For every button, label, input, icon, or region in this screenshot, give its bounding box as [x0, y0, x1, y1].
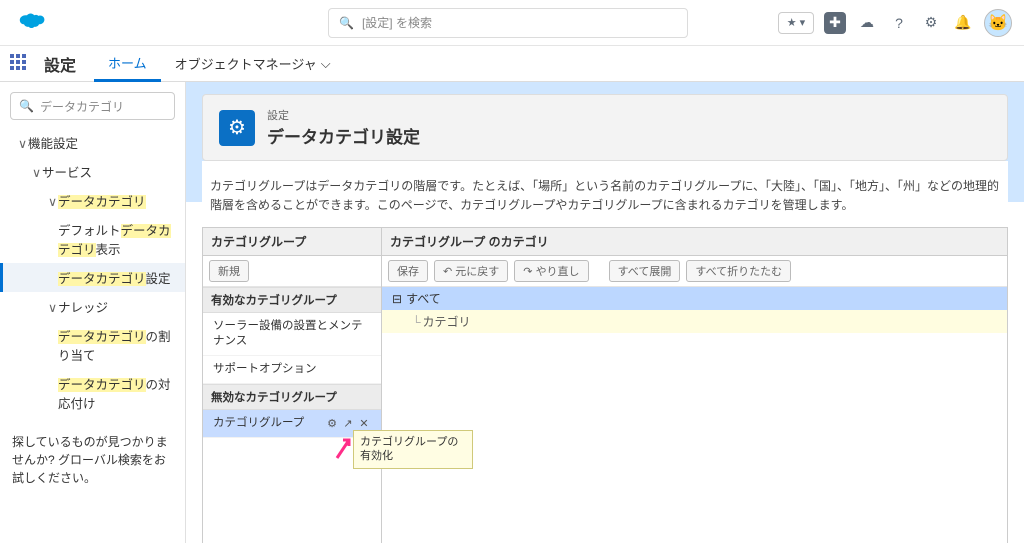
sidebar-item-knowledge[interactable]: ∨ナレッジ — [0, 292, 185, 321]
sidebar-item-feature-settings[interactable]: ∨機能設定 — [0, 128, 185, 157]
chevron-down-icon: ∨ — [48, 194, 58, 209]
group-toolbar: 新規 — [203, 256, 381, 287]
page-intro: カテゴリグループはデータカテゴリの階層です。たとえば、「場所」という名前のカテゴ… — [202, 161, 1008, 227]
search-icon: 🔍 — [19, 99, 34, 113]
activate-tooltip: カテゴリグループの有効化 — [353, 430, 473, 469]
sidebar-item-default-view[interactable]: デフォルトデータカテゴリ表示 — [0, 215, 185, 263]
group-item[interactable]: サポートオプション — [203, 356, 381, 384]
panels: カテゴリグループ 新規 有効なカテゴリグループ ソーラー設備の設置とメンテナンス… — [202, 227, 1008, 543]
inactive-groups-heading: 無効なカテゴリグループ — [203, 384, 381, 410]
redo-button[interactable]: ↷ やり直し — [514, 260, 588, 282]
favorites-button[interactable]: ★ ▾ — [778, 12, 814, 34]
tree-root-label: すべて — [406, 290, 441, 307]
collapse-all-button[interactable]: すべて折りたたむ — [686, 260, 791, 282]
gear-icon: ⚙ — [219, 110, 255, 146]
sidebar-search[interactable]: 🔍 データカテゴリ — [10, 92, 175, 120]
panel-header-categories: カテゴリグループ のカテゴリ — [382, 228, 1007, 256]
chevron-down-icon: ∨ — [48, 300, 58, 315]
chevron-down-icon: ∨ — [18, 136, 28, 151]
add-button[interactable]: ✚ — [824, 12, 846, 34]
search-icon: 🔍 — [339, 16, 354, 30]
group-item[interactable]: ソーラー設備の設置とメンテナンス — [203, 313, 381, 356]
sidebar-item-mapping[interactable]: データカテゴリの対応付け — [0, 369, 185, 417]
chevron-down-icon: ⌵ — [321, 56, 331, 72]
edit-icon[interactable]: ⚙ — [325, 417, 339, 431]
tree-child-label: カテゴリ — [423, 315, 471, 329]
header-utilities: ★ ▾ ✚ ☁ ? ⚙ 🔔 🐱 — [778, 9, 1012, 37]
notifications-icon[interactable]: 🔔 — [952, 12, 974, 34]
sidebar-item-data-category-setup[interactable]: データカテゴリ設定 — [0, 263, 185, 292]
category-toolbar: 保存 ↶ 元に戻す ↷ やり直し すべて展開 すべて折りたたむ — [382, 256, 1007, 287]
search-placeholder: [設定] を検索 — [362, 14, 432, 31]
help-icon[interactable]: ? — [888, 12, 910, 34]
chevron-down-icon: ∨ — [32, 165, 42, 180]
sidebar-item-data-category[interactable]: ∨データカテゴリ — [0, 186, 185, 215]
tree-branch-icon: └ — [412, 315, 421, 329]
context-bar: 設定 ホーム オブジェクトマネージャ ⌵ — [0, 46, 1024, 82]
content-area: ⚙ 設定 データカテゴリ設定 カテゴリグループはデータカテゴリの階層です。たとえ… — [186, 82, 1024, 543]
sidebar-item-assignment[interactable]: データカテゴリの割り当て — [0, 321, 185, 369]
collapse-icon[interactable]: ⊟ — [392, 292, 402, 306]
tab-object-manager[interactable]: オブジェクトマネージャ ⌵ — [161, 46, 345, 82]
tree-root[interactable]: ⊟ すべて — [382, 287, 1007, 310]
page-title: データカテゴリ設定 — [267, 123, 420, 148]
global-header: 🔍 [設定] を検索 ★ ▾ ✚ ☁ ? ⚙ 🔔 🐱 — [0, 0, 1024, 46]
sidebar-item-service[interactable]: ∨サービス — [0, 157, 185, 186]
app-launcher-icon[interactable] — [10, 54, 30, 74]
setup-icon[interactable]: ⚙ — [920, 12, 942, 34]
group-item-label: カテゴリグループ — [213, 416, 304, 431]
breadcrumb: 設定 — [267, 110, 289, 122]
app-title: 設定 — [44, 52, 76, 76]
sidebar-search-value: データカテゴリ — [40, 98, 124, 115]
global-search[interactable]: 🔍 [設定] を検索 — [328, 8, 688, 38]
expand-all-button[interactable]: すべて展開 — [609, 260, 681, 282]
group-item-selected[interactable]: カテゴリグループ ⚙ ↗ ✕ カテゴリグループの有効化 — [203, 410, 381, 438]
main-area: 🔍 データカテゴリ ∨機能設定 ∨サービス ∨データカテゴリ デフォルトデータカ… — [0, 82, 1024, 543]
panel-header-groups: カテゴリグループ — [203, 228, 381, 256]
categories-panel: カテゴリグループ のカテゴリ 保存 ↶ 元に戻す ↷ やり直し すべて展開 すべ… — [382, 227, 1008, 543]
tree-child[interactable]: └カテゴリ — [382, 310, 1007, 333]
trailhead-icon[interactable]: ☁ — [856, 12, 878, 34]
save-button[interactable]: 保存 — [388, 260, 428, 282]
active-groups-heading: 有効なカテゴリグループ — [203, 287, 381, 313]
avatar[interactable]: 🐱 — [984, 9, 1012, 37]
delete-icon[interactable]: ✕ — [357, 417, 371, 431]
sidebar-help-text: 探しているものが見つかりませんか? グローバル検索をお試しください。 — [0, 417, 185, 503]
setup-sidebar: 🔍 データカテゴリ ∨機能設定 ∨サービス ∨データカテゴリ デフォルトデータカ… — [0, 82, 186, 543]
new-button[interactable]: 新規 — [209, 260, 249, 282]
activate-icon[interactable]: ↗ — [341, 417, 355, 431]
salesforce-logo — [12, 10, 48, 35]
category-group-panel: カテゴリグループ 新規 有効なカテゴリグループ ソーラー設備の設置とメンテナンス… — [202, 227, 382, 543]
undo-button[interactable]: ↶ 元に戻す — [434, 260, 508, 282]
group-actions: ⚙ ↗ ✕ — [325, 417, 371, 431]
tab-home[interactable]: ホーム — [94, 46, 161, 82]
page-header: ⚙ 設定 データカテゴリ設定 — [202, 94, 1008, 161]
